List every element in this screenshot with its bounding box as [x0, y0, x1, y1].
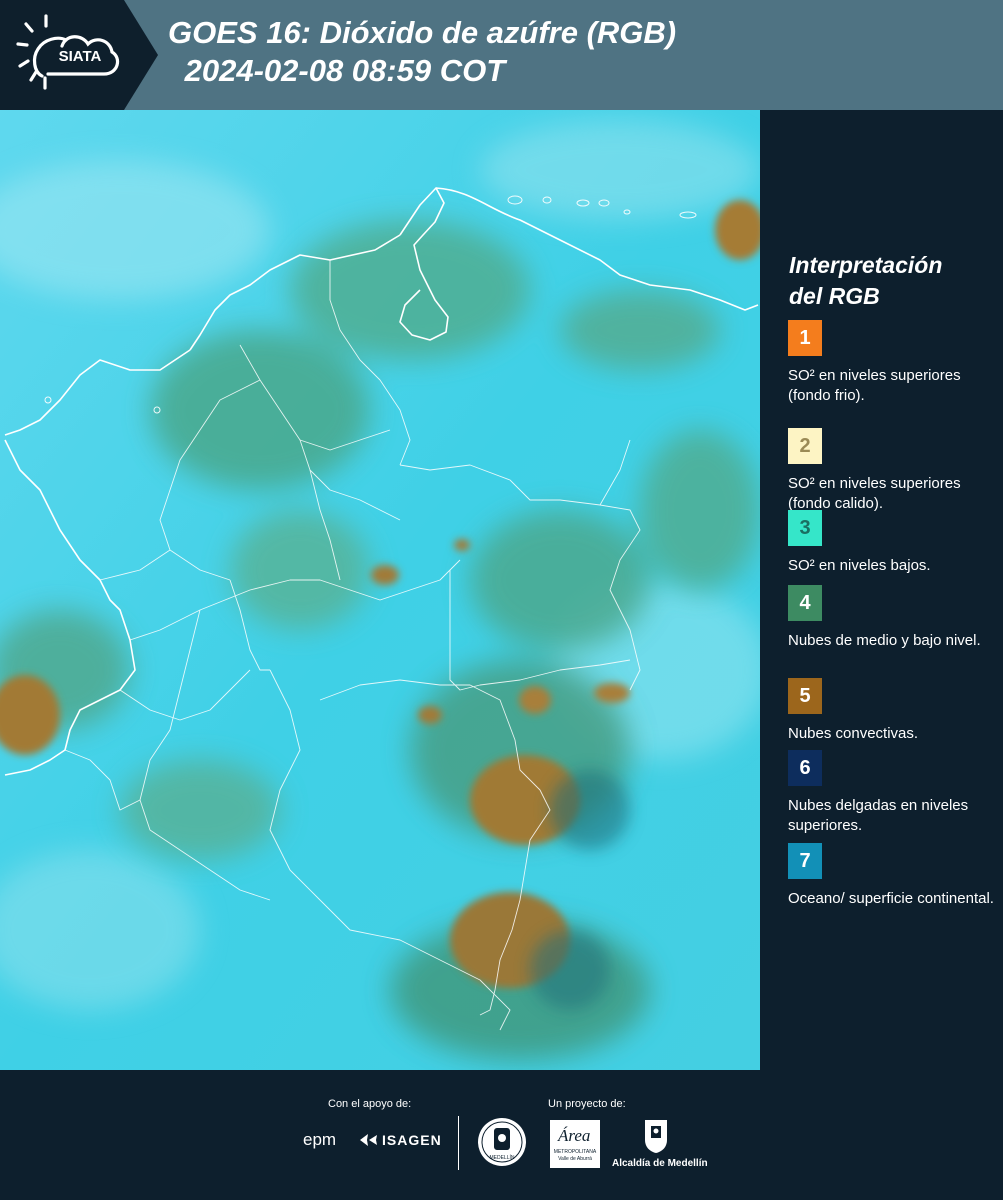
isagen-text: ISAGEN — [382, 1132, 442, 1148]
isagen-logo: ISAGEN — [360, 1132, 442, 1148]
footer: Con el apoyo de: Un proyecto de: epm ISA… — [0, 1070, 1003, 1200]
legend-swatch: 1 — [788, 320, 822, 356]
title-line-1: GOES 16: Dióxido de azúfre (RGB) — [168, 15, 677, 50]
legend-item: 5 Nubes convectivas. — [788, 678, 998, 744]
legend-item: 6 Nubes delgadas en niveles superiores. — [788, 750, 998, 836]
satellite-map — [0, 110, 760, 1070]
page-title: GOES 16: Dióxido de azúfre (RGB) 2024-02… — [168, 14, 676, 90]
legend-swatch: 3 — [788, 510, 822, 546]
area-metropolitana-logo: Área METROPOLITANA Valle de Aburrá — [550, 1120, 600, 1168]
legend-item: 7 Oceano/ superficie continental. — [788, 843, 998, 909]
footer-divider — [458, 1116, 459, 1170]
medellin-seal-icon: MEDELLÍN — [478, 1118, 526, 1166]
isagen-mark-icon — [360, 1134, 377, 1146]
alcaldia-shield-icon — [645, 1120, 667, 1153]
legend-title-line-2: del RGB — [789, 283, 880, 309]
header-bar: SIATA GOES 16: Dióxido de azúfre (RGB) 2… — [0, 0, 1003, 110]
legend-label: SO² en niveles superiores (fondo calido)… — [788, 475, 961, 512]
legend-label: Oceano/ superficie continental. — [788, 890, 994, 907]
project-caption: Un proyecto de: — [548, 1098, 626, 1110]
legend-label: Nubes delgadas en niveles superiores. — [788, 797, 969, 834]
support-caption: Con el apoyo de: — [328, 1098, 412, 1110]
epm-logo: epm — [303, 1130, 337, 1149]
legend-item: 1 SO² en niveles superiores (fondo frio). — [788, 320, 998, 406]
legend-item: 4 Nubes de medio y bajo nivel. — [788, 585, 998, 651]
title-line-2: 2024-02-08 08:59 COT — [176, 53, 506, 88]
legend-label: SO² en niveles bajos. — [788, 557, 931, 574]
legend-item: 2 SO² en niveles superiores (fondo calido… — [788, 428, 998, 514]
alcaldia-label: Alcaldía de Medellín — [612, 1158, 708, 1169]
seal-text: MEDELLÍN — [489, 1154, 514, 1161]
legend-swatch: 6 — [788, 750, 822, 786]
legend-panel: Interpretación del RGB 1 SO² en niveles s… — [760, 110, 1003, 1070]
legend-title-line-1: Interpretación — [789, 252, 943, 278]
legend-label: Nubes convectivas. — [788, 725, 919, 742]
sun-cloud-icon: SIATA — [16, 14, 120, 90]
area-logo-sub2: Valle de Aburrá — [558, 1156, 592, 1162]
legend-title: Interpretación del RGB — [789, 250, 999, 312]
legend-swatch: 5 — [788, 678, 822, 714]
logo-text: SIATA — [59, 48, 102, 65]
legend-swatch: 4 — [788, 585, 822, 621]
area-logo-text: Área — [558, 1126, 591, 1145]
area-logo-sub1: METROPOLITANA — [553, 1149, 597, 1155]
legend-swatch: 2 — [788, 428, 822, 464]
legend-swatch: 7 — [788, 843, 822, 879]
legend-item: 3 SO² en niveles bajos. — [788, 510, 998, 576]
siata-logo: SIATA — [0, 0, 158, 110]
legend-label: Nubes de medio y bajo nivel. — [788, 632, 981, 649]
legend-label: SO² en niveles superiores (fondo frio). — [788, 367, 961, 404]
